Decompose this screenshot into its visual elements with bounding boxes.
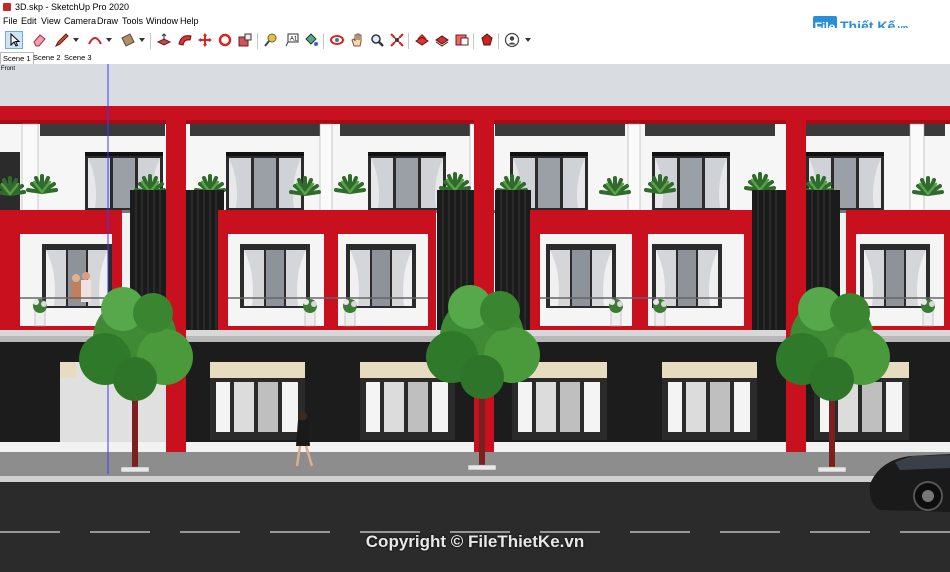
- pan-hand-icon[interactable]: [348, 31, 366, 49]
- send-to-layout-icon[interactable]: [453, 31, 471, 49]
- follow-me-icon[interactable]: [176, 31, 194, 49]
- main-toolbar: A1: [0, 28, 950, 52]
- arc-icon[interactable]: [86, 31, 104, 49]
- road: [0, 482, 950, 572]
- scale-icon[interactable]: [236, 31, 254, 49]
- menu-draw[interactable]: Draw: [97, 14, 118, 28]
- svg-text:A1: A1: [290, 37, 298, 43]
- camera-view-label: Front: [1, 66, 16, 72]
- viewport-canvas: [0, 64, 950, 572]
- scene-tabs: Scene 1 Scene 2 Scene 3: [0, 52, 950, 64]
- zoom-extents-icon[interactable]: [388, 31, 406, 49]
- title-bar: 3D.skp - SketchUp Pro 2020: [0, 0, 950, 14]
- toolbar-separator: [150, 33, 151, 49]
- sketchup-app-icon: [3, 3, 11, 11]
- menu-tools[interactable]: Tools: [122, 14, 143, 28]
- model-viewport[interactable]: Front Copyright © FileThietKe.vn: [0, 64, 950, 572]
- toolbar-separator: [257, 33, 258, 49]
- paint-bucket-icon[interactable]: [302, 31, 320, 49]
- copyright-watermark: Copyright © FileThietKe.vn: [365, 532, 585, 551]
- pencil-line-icon[interactable]: [53, 31, 71, 49]
- shape-dropdown-icon[interactable]: [139, 38, 145, 42]
- menu-bar: File Edit View Camera Draw Tools Window …: [0, 14, 950, 28]
- rectangle-shape-icon[interactable]: [119, 31, 137, 49]
- toolbar-separator: [323, 33, 324, 49]
- components-icon[interactable]: [433, 31, 451, 49]
- toolbar-separator: [408, 33, 409, 49]
- text-label-icon[interactable]: A1: [283, 31, 301, 49]
- toolbar-separator: [498, 33, 499, 49]
- move-icon[interactable]: [196, 31, 214, 49]
- orbit-icon[interactable]: [328, 31, 346, 49]
- menu-view[interactable]: View: [41, 14, 60, 28]
- extension-warehouse-icon[interactable]: [478, 31, 496, 49]
- menu-window[interactable]: Window: [146, 14, 178, 28]
- menu-camera[interactable]: Camera: [64, 14, 96, 28]
- window-title: 3D.skp - SketchUp Pro 2020: [15, 2, 130, 12]
- menu-edit[interactable]: Edit: [21, 14, 37, 28]
- tab-scene-3[interactable]: Scene 3: [62, 52, 94, 64]
- sky: [0, 64, 950, 108]
- toolbar-separator: [473, 33, 474, 49]
- 3d-warehouse-icon[interactable]: [413, 31, 431, 49]
- menu-file[interactable]: File: [3, 14, 18, 28]
- eraser-icon[interactable]: [30, 31, 48, 49]
- push-pull-icon[interactable]: [155, 31, 173, 49]
- tab-scene-2[interactable]: Scene 2: [31, 52, 63, 64]
- arc-dropdown-icon[interactable]: [106, 38, 112, 42]
- select-tool-icon[interactable]: [5, 31, 23, 49]
- account-dropdown-icon[interactable]: [525, 38, 531, 42]
- tape-measure-icon[interactable]: [262, 31, 280, 49]
- account-user-icon[interactable]: [503, 31, 521, 49]
- tab-scene-1[interactable]: Scene 1: [0, 52, 34, 64]
- menu-help[interactable]: Help: [180, 14, 199, 28]
- rotate-icon[interactable]: [216, 31, 234, 49]
- zoom-magnifier-icon[interactable]: [368, 31, 386, 49]
- line-dropdown-icon[interactable]: [73, 38, 79, 42]
